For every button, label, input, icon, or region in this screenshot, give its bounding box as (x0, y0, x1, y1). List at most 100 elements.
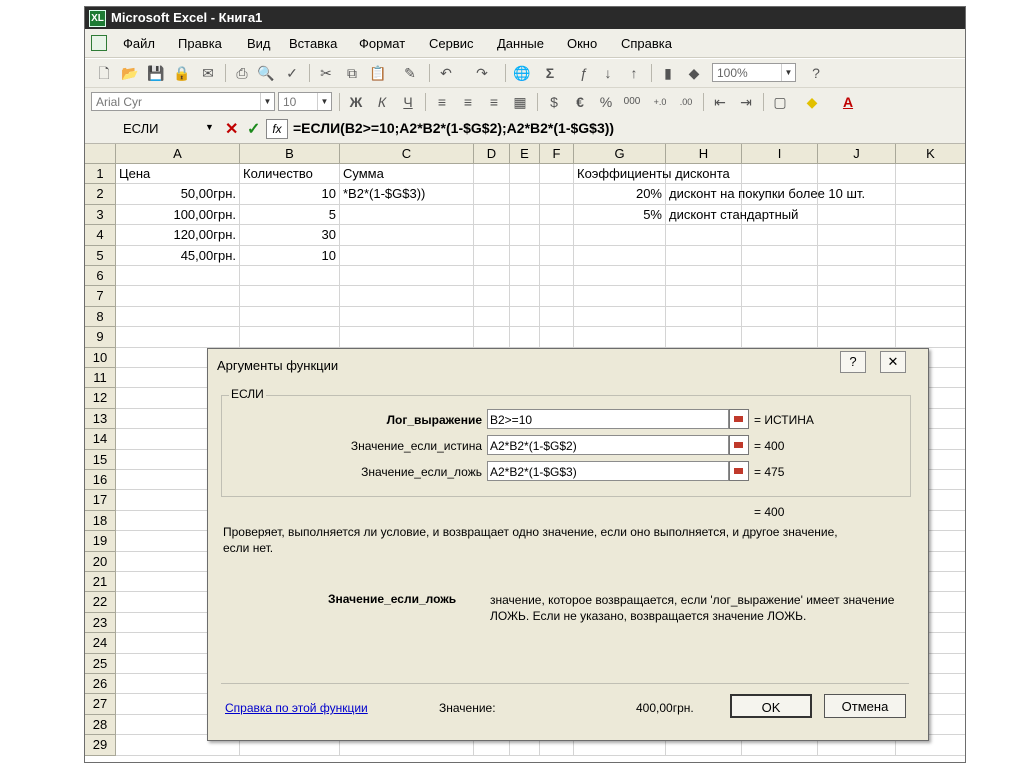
align-left-icon[interactable]: ≡ (433, 93, 451, 111)
cell-h8[interactable] (666, 306, 742, 328)
cell-k8[interactable] (896, 307, 965, 328)
font-color-button[interactable]: A (839, 93, 857, 111)
cell-a6[interactable] (116, 266, 240, 287)
column-header-d[interactable]: D (474, 144, 510, 164)
save-icon[interactable]: 💾 (147, 64, 165, 82)
cell-e7[interactable] (510, 286, 540, 307)
column-header-a[interactable]: A (116, 144, 240, 164)
row-header-19[interactable]: 19 (85, 531, 116, 552)
cell-k2[interactable] (896, 184, 965, 205)
cell-b5[interactable]: 10 (240, 245, 340, 266)
menu-insert[interactable]: Вставка (289, 36, 337, 51)
row-header-6[interactable]: 6 (85, 266, 116, 287)
cell-a3[interactable]: 100,00грн. (116, 204, 240, 226)
cell-g8[interactable] (574, 306, 666, 328)
cell-i3[interactable] (742, 204, 818, 226)
sort-ascending-icon[interactable]: ↓ (599, 64, 617, 82)
row-header-14[interactable]: 14 (85, 429, 116, 450)
formula-text[interactable]: =ЕСЛИ(B2>=10;A2*B2*(1-$G$2);A2*B2*(1-$G$… (293, 120, 614, 136)
cell-a7[interactable] (116, 286, 240, 307)
spelling-icon[interactable]: ✓ (283, 64, 301, 82)
column-header-c[interactable]: C (340, 144, 474, 164)
column-header-g[interactable]: G (574, 144, 666, 164)
menu-window[interactable]: Окно (567, 36, 597, 51)
logical-test-input[interactable]: B2>=10 (487, 409, 729, 429)
menu-help[interactable]: Справка (621, 36, 672, 51)
cell-f4[interactable] (540, 225, 574, 246)
menu-data[interactable]: Данные (497, 36, 544, 51)
help-button[interactable]: ? (840, 351, 866, 373)
cell-j9[interactable] (818, 327, 896, 348)
row-header-9[interactable]: 9 (85, 327, 116, 348)
cell-e5[interactable] (510, 245, 540, 266)
row-header-23[interactable]: 23 (85, 612, 116, 634)
cell-d6[interactable] (474, 266, 510, 287)
cell-h1[interactable] (666, 164, 742, 185)
bold-button[interactable]: Ж (347, 93, 365, 111)
increase-indent-icon[interactable]: ⇥ (737, 93, 755, 111)
cell-h3[interactable]: дисконт стандартный (666, 204, 798, 226)
cell-e6[interactable] (510, 266, 540, 287)
menu-tools[interactable]: Сервис (429, 36, 474, 51)
cell-c6[interactable] (340, 266, 474, 287)
cell-f6[interactable] (540, 266, 574, 287)
row-header-15[interactable]: 15 (85, 449, 116, 470)
cell-i8[interactable] (742, 306, 818, 328)
cell-b7[interactable] (240, 286, 340, 307)
cell-b6[interactable] (240, 266, 340, 287)
italic-button[interactable]: К (373, 93, 391, 111)
print-icon[interactable]: ⎙ (233, 64, 251, 82)
cell-d2[interactable] (474, 184, 510, 205)
cell-j1[interactable] (818, 164, 896, 185)
cell-a9[interactable] (116, 327, 240, 348)
cell-d1[interactable] (474, 164, 510, 185)
cell-h2[interactable]: дисконт на покупки более 10 шт. (666, 184, 865, 205)
row-header-20[interactable]: 20 (85, 551, 116, 572)
cell-d7[interactable] (474, 286, 510, 307)
row-header-3[interactable]: 3 (85, 204, 116, 226)
insert-function-button[interactable]: fx (266, 119, 288, 139)
underline-button[interactable]: Ч (399, 93, 417, 111)
row-header-13[interactable]: 13 (85, 408, 116, 430)
cell-f5[interactable] (540, 245, 574, 266)
menu-format[interactable]: Формат (359, 36, 405, 51)
cut-icon[interactable]: ✂ (317, 64, 335, 82)
cell-b9[interactable] (240, 327, 340, 348)
redo-icon[interactable]: ↷ (473, 64, 491, 82)
cell-k1[interactable] (896, 164, 965, 185)
cell-h7[interactable] (666, 286, 742, 307)
cell-h6[interactable] (666, 266, 742, 287)
cell-f2[interactable] (540, 184, 574, 205)
column-header-i[interactable]: I (742, 144, 818, 164)
cell-j3[interactable] (818, 204, 896, 226)
cell-i1[interactable] (742, 164, 818, 185)
cell-g5[interactable] (574, 245, 666, 266)
cell-c4[interactable] (340, 225, 474, 246)
row-header-21[interactable]: 21 (85, 572, 116, 593)
percent-style-button[interactable]: % (597, 93, 615, 111)
cell-g1[interactable]: Коэффициенты дисконта (574, 164, 730, 185)
row-header-12[interactable]: 12 (85, 388, 116, 409)
cell-c8[interactable] (340, 306, 474, 328)
email-icon[interactable]: ✉ (199, 64, 217, 82)
euro-icon[interactable]: € (571, 93, 589, 111)
row-header-27[interactable]: 27 (85, 694, 116, 715)
cell-h5[interactable] (666, 245, 742, 266)
column-header-e[interactable]: E (510, 144, 540, 164)
permission-icon[interactable]: 🔒 (173, 64, 191, 82)
ok-button[interactable]: OK (730, 694, 812, 718)
cell-c7[interactable] (340, 286, 474, 307)
borders-icon[interactable]: ▢ (771, 93, 789, 111)
cell-k5[interactable] (896, 246, 965, 266)
column-header-b[interactable]: B (240, 144, 340, 164)
cell-i2[interactable] (742, 184, 818, 205)
cell-e8[interactable] (510, 306, 540, 328)
cell-f3[interactable] (540, 204, 574, 226)
cell-d3[interactable] (474, 204, 510, 226)
cell-d8[interactable] (474, 306, 510, 328)
new-icon[interactable]: 🗋 (95, 64, 113, 82)
value-if-true-input[interactable]: A2*B2*(1-$G$2) (487, 435, 729, 455)
name-box[interactable]: ЕСЛИ (89, 119, 215, 138)
collapse-dialog-icon[interactable] (729, 435, 749, 455)
cell-j7[interactable] (818, 286, 896, 307)
